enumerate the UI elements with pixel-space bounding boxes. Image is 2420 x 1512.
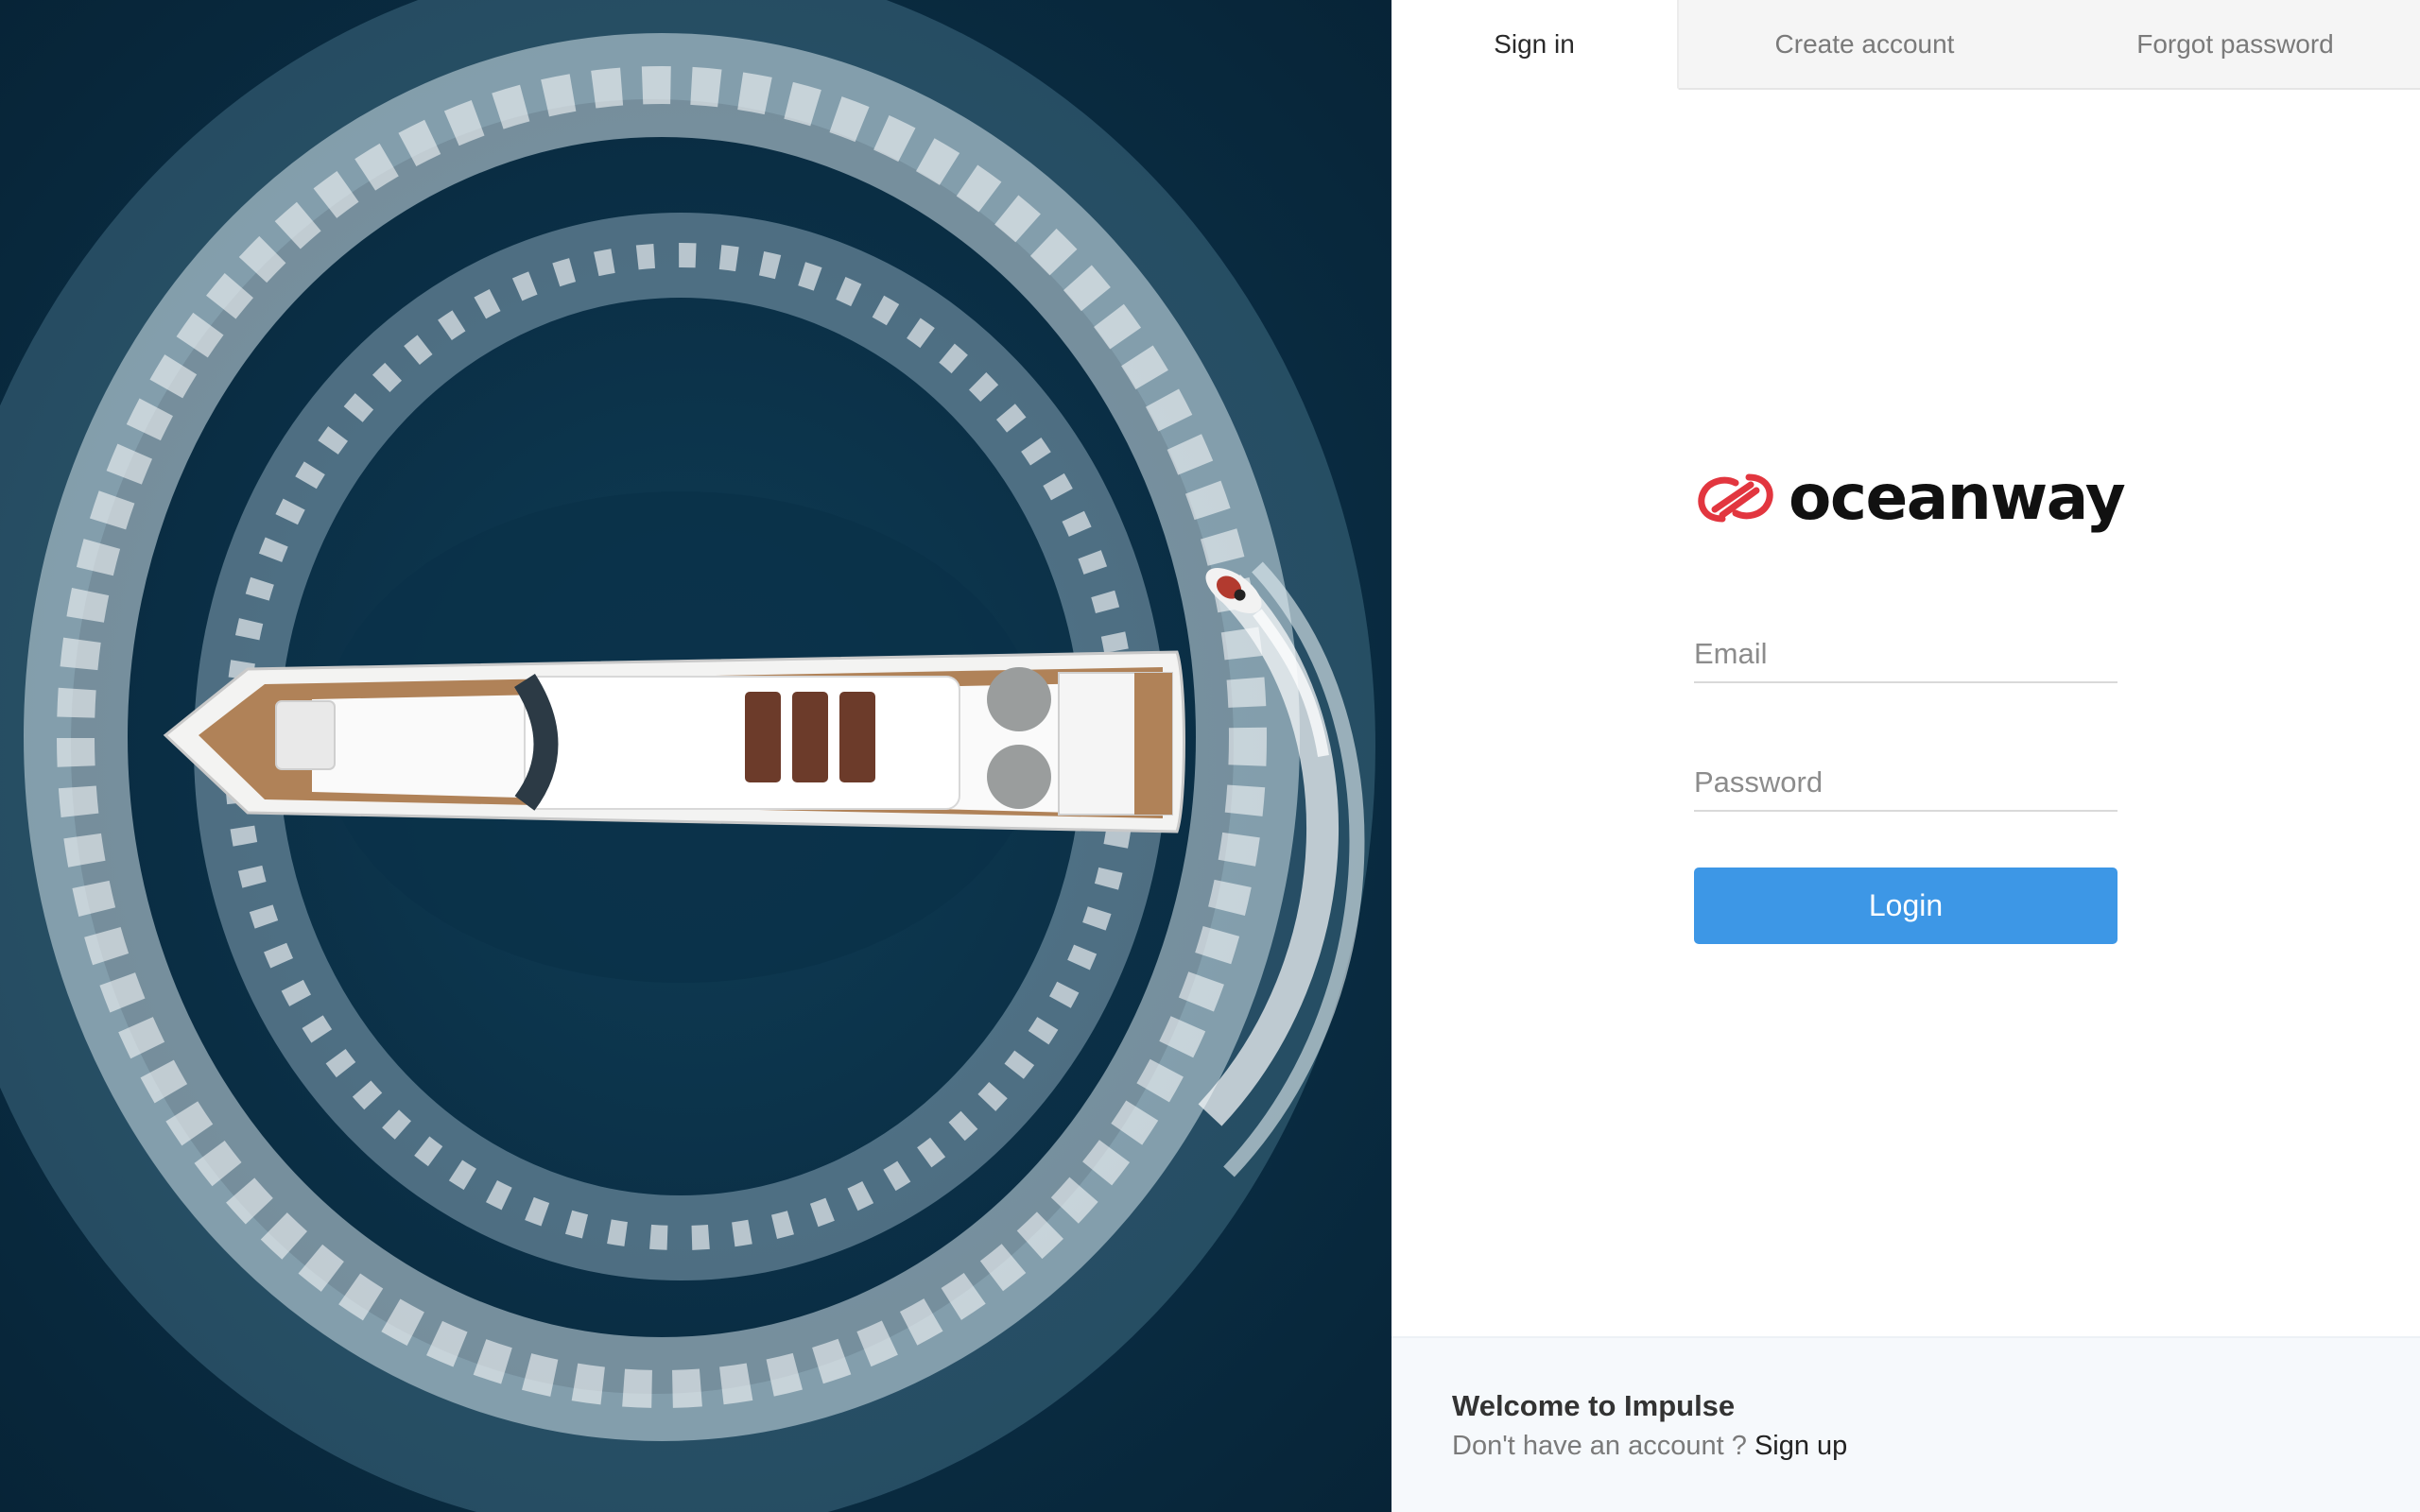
tab-forgot-password[interactable]: Forgot password — [2050, 0, 2420, 90]
signup-prompt-text: Don't have an account ? — [1452, 1431, 1747, 1461]
password-input[interactable] — [1694, 757, 2118, 808]
hero-image — [0, 0, 1392, 1512]
signup-link[interactable]: Sign up — [1754, 1431, 1847, 1461]
welcome-footer: Welcome to Impulse Don't have an account… — [1392, 1336, 2420, 1512]
email-input[interactable] — [1694, 628, 2118, 679]
login-screen: Sign in Create account Forgot password o… — [0, 0, 2420, 1512]
tab-create-account[interactable]: Create account — [1679, 0, 2050, 90]
brand-name: oceanway — [1789, 461, 2126, 534]
brand-logo: oceanway — [1694, 461, 2126, 534]
signup-prompt: Don't have an account ? Sign up — [1452, 1431, 1847, 1462]
tab-sign-in[interactable]: Sign in — [1392, 0, 1679, 90]
login-button[interactable]: Login — [1694, 868, 2118, 944]
yacht-wake-illustration — [0, 0, 1375, 1512]
auth-tabs: Sign in Create account Forgot password — [1392, 0, 2420, 90]
password-field-wrapper — [1694, 757, 2118, 812]
auth-panel: Sign in Create account Forgot password o… — [1392, 0, 2420, 1512]
interlocking-rings-logo-icon — [1698, 473, 1773, 523]
welcome-title: Welcome to Impulse — [1452, 1389, 1736, 1422]
email-field-wrapper — [1694, 628, 2118, 683]
